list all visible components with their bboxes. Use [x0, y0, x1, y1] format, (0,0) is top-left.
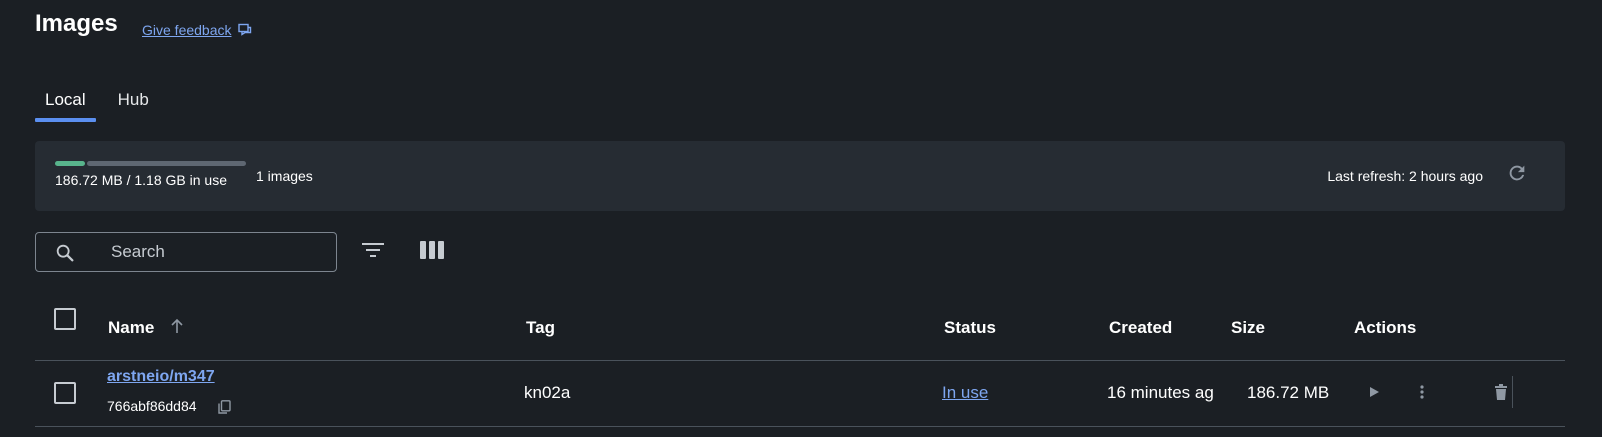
image-id: 766abf86dd84	[107, 398, 197, 414]
refresh-icon	[1506, 162, 1528, 189]
copy-icon[interactable]	[218, 400, 231, 419]
give-feedback-label[interactable]: Give feedback	[142, 22, 232, 38]
images-count: 1 images	[256, 168, 313, 184]
images-page: Images Give feedback Local Hub 186.72 MB…	[0, 0, 1602, 437]
search-icon	[54, 242, 76, 269]
columns-button[interactable]	[417, 238, 447, 266]
image-created: 16 minutes ag	[1107, 383, 1214, 402]
column-header-status[interactable]: Status	[944, 318, 996, 338]
give-feedback-link[interactable]: Give feedback	[142, 22, 252, 38]
disk-usage-bar	[55, 161, 246, 166]
search-input[interactable]	[111, 233, 321, 271]
image-tabs: Local Hub	[35, 86, 159, 122]
delete-icon	[1494, 383, 1508, 405]
row-checkbox[interactable]	[54, 382, 76, 404]
refresh-button[interactable]	[1503, 161, 1531, 189]
more-icon	[1419, 384, 1425, 405]
feedback-icon[interactable]	[237, 23, 252, 37]
column-header-tag[interactable]: Tag	[526, 318, 555, 338]
disk-usage-free	[87, 161, 246, 166]
table-row[interactable]: arstneio/m347 766abf86dd84 kn02a In use …	[35, 361, 1565, 427]
last-refresh-text: Last refresh: 2 hours ago	[1327, 168, 1483, 184]
table-header-row: Name Tag Status Created Size Actions	[35, 295, 1565, 361]
more-options-button[interactable]	[1408, 380, 1436, 408]
image-name-link[interactable]: arstneio/m347	[107, 368, 215, 386]
disk-usage-used	[55, 161, 86, 166]
select-all-checkbox[interactable]	[54, 308, 76, 330]
image-status-link[interactable]: In use	[942, 383, 988, 403]
search-box[interactable]	[35, 232, 337, 272]
column-header-created[interactable]: Created	[1109, 318, 1172, 338]
column-header-name[interactable]: Name	[108, 318, 154, 338]
delete-button[interactable]	[1487, 380, 1515, 408]
filter-button[interactable]	[358, 238, 388, 266]
columns-icon	[420, 240, 444, 264]
filter-icon	[361, 240, 385, 265]
column-header-actions: Actions	[1354, 318, 1417, 337]
page-title: Images	[35, 10, 118, 37]
sort-ascending-icon[interactable]	[170, 318, 184, 339]
image-size: 186.72 MB	[1247, 383, 1330, 402]
disk-usage-panel: 186.72 MB / 1.18 GB in use 1 images Last…	[35, 141, 1565, 211]
tab-local[interactable]: Local	[35, 86, 96, 122]
image-tag: kn02a	[524, 383, 571, 402]
run-icon	[1368, 385, 1380, 403]
tab-hub[interactable]: Hub	[108, 86, 159, 122]
column-header-size[interactable]: Size	[1231, 318, 1265, 338]
run-button[interactable]	[1360, 380, 1388, 408]
disk-usage-text: 186.72 MB / 1.18 GB in use	[55, 172, 227, 188]
images-table: Name Tag Status Created Size Actions ars…	[35, 295, 1565, 427]
